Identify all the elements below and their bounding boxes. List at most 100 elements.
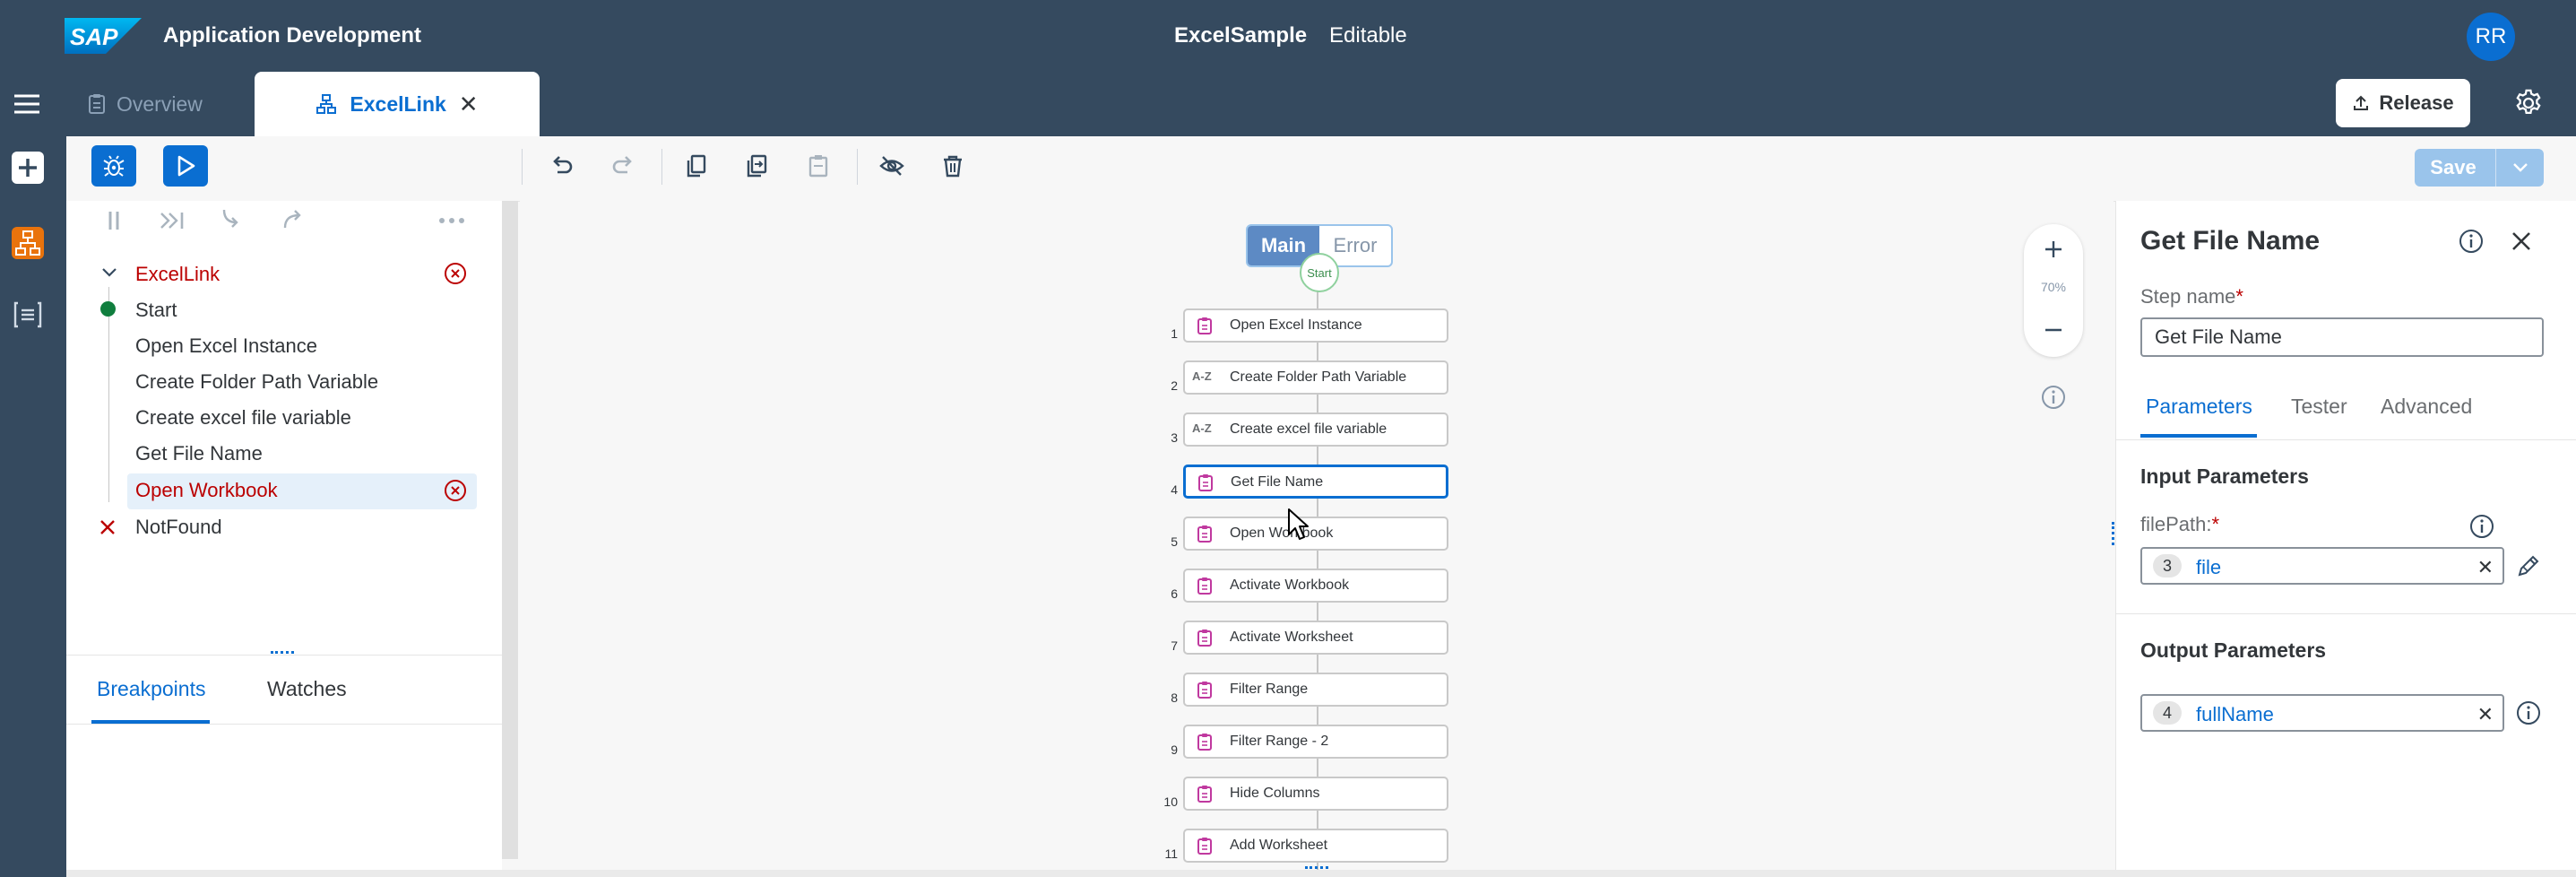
run-button[interactable] xyxy=(163,145,208,187)
step-number: 11 xyxy=(1164,847,1178,861)
full-name-value: fullName xyxy=(2196,703,2274,725)
file-path-field[interactable]: 3 file ✕ xyxy=(2140,547,2504,585)
flow-start-node[interactable]: Start xyxy=(1300,253,1339,292)
tab-excellink[interactable]: ExcelLink ✕ xyxy=(255,72,540,136)
step-name-label-text: Step name xyxy=(2140,285,2236,308)
step-number: 3 xyxy=(1171,430,1178,445)
chevron-down-icon[interactable] xyxy=(100,264,118,282)
required-marker: * xyxy=(2211,513,2220,535)
save-button[interactable]: Save xyxy=(2415,149,2492,187)
full-name-field[interactable]: 4 fullName ✕ xyxy=(2140,694,2504,732)
tree-item-notfound[interactable]: NotFound xyxy=(135,516,222,539)
tab-parameters[interactable]: Parameters xyxy=(2146,395,2252,419)
clear-icon[interactable]: ✕ xyxy=(2477,556,2494,579)
flow-step-label: Open Excel Instance xyxy=(1230,317,1362,333)
artifacts-tree-icon[interactable] xyxy=(11,226,45,260)
copy-icon[interactable] xyxy=(683,152,710,179)
debug-button[interactable] xyxy=(91,145,136,187)
debugger-panel xyxy=(66,201,502,870)
file-path-label: filePath:* xyxy=(2140,513,2219,536)
clipboard-icon xyxy=(1196,317,1214,334)
tree-item-open-excel-instance[interactable]: Open Excel Instance xyxy=(135,334,317,358)
tab-excellink-label: ExcelLink xyxy=(350,91,446,116)
delete-icon[interactable] xyxy=(939,152,966,179)
hamburger-menu-icon[interactable] xyxy=(13,90,41,118)
info-icon[interactable] xyxy=(2468,513,2495,540)
step-name-label: Step name* xyxy=(2140,285,2243,308)
save-options-button[interactable] xyxy=(2495,149,2545,187)
flow-step[interactable]: Open Workbook xyxy=(1183,517,1448,551)
tree-item-start[interactable]: Start xyxy=(135,299,177,322)
step-name-input[interactable] xyxy=(2140,317,2544,357)
tab-watches[interactable]: Watches xyxy=(267,677,347,701)
clipboard-icon xyxy=(1196,733,1214,751)
paste-icon[interactable] xyxy=(805,152,832,179)
bug-icon xyxy=(101,153,126,178)
tree-item-create-folder-path-variable[interactable]: Create Folder Path Variable xyxy=(135,370,378,394)
flow-step[interactable]: A-Z Create excel file variable xyxy=(1183,412,1448,447)
edit-pencil-icon[interactable] xyxy=(2515,552,2542,579)
info-icon[interactable] xyxy=(2458,228,2485,255)
clipboard-icon xyxy=(1197,473,1215,491)
flow-step-label: Open Workbook xyxy=(1230,525,1334,541)
user-avatar[interactable]: RR xyxy=(2467,13,2515,61)
redo-icon[interactable] xyxy=(609,152,636,179)
tree-item-create-excel-file-variable[interactable]: Create excel file variable xyxy=(135,406,351,430)
zoom-out-icon[interactable] xyxy=(2043,319,2064,341)
flow-step[interactable]: Open Excel Instance xyxy=(1183,308,1448,343)
flow-step[interactable]: Hide Columns xyxy=(1183,777,1448,811)
clear-icon[interactable]: ✕ xyxy=(2477,703,2494,726)
tab-overview[interactable]: Overview xyxy=(88,72,203,136)
info-icon[interactable] xyxy=(2515,699,2542,726)
app-title: Application Development xyxy=(163,23,422,48)
flow-step[interactable]: A-Z Create Folder Path Variable xyxy=(1183,360,1448,395)
process-flow-icon xyxy=(316,93,337,115)
add-icon[interactable] xyxy=(11,151,45,185)
step-into-icon[interactable] xyxy=(219,206,246,233)
cut-to-icon[interactable] xyxy=(744,152,771,179)
tab-overview-label: Overview xyxy=(117,91,203,116)
hide-eye-icon[interactable] xyxy=(878,152,905,179)
undo-icon[interactable] xyxy=(549,152,575,179)
flow-step[interactable]: Get File Name xyxy=(1183,465,1448,499)
release-button-label: Release xyxy=(2379,91,2454,114)
step-out-icon[interactable] xyxy=(280,206,307,233)
release-button[interactable]: Release xyxy=(2336,79,2470,127)
close-panel-icon[interactable] xyxy=(2510,230,2533,253)
flow-step-label: Add Worksheet xyxy=(1230,838,1328,853)
required-marker: * xyxy=(2235,285,2243,308)
step-over-icon[interactable] xyxy=(158,208,188,233)
tab-tester[interactable]: Tester xyxy=(2291,395,2347,419)
list-panel-icon[interactable] xyxy=(13,300,43,330)
save-button-group: Save xyxy=(2415,149,2544,187)
zoom-level[interactable]: 70% xyxy=(2024,280,2083,294)
toolbar-separator xyxy=(661,149,662,185)
flow-step[interactable]: Activate Workbook xyxy=(1183,569,1448,603)
output-parameters-title: Output Parameters xyxy=(2140,638,2327,662)
flow-step[interactable]: Add Worksheet xyxy=(1183,829,1448,863)
parameter-index-badge: 3 xyxy=(2153,554,2182,577)
tree-item-get-file-name[interactable]: Get File Name xyxy=(135,442,263,465)
tree-root-excellink[interactable]: ExcelLink xyxy=(135,263,220,286)
left-panel-scrollbar[interactable] xyxy=(502,201,518,859)
info-icon[interactable] xyxy=(2040,384,2067,411)
flow-step-label: Create Folder Path Variable xyxy=(1230,369,1407,385)
flow-step[interactable]: Filter Range xyxy=(1183,673,1448,707)
sap-logo[interactable]: SAP xyxy=(65,18,142,54)
flow-step[interactable]: Activate Worksheet xyxy=(1183,621,1448,655)
tab-advanced[interactable]: Advanced xyxy=(2381,395,2472,419)
error-cross-icon xyxy=(99,518,117,536)
zoom-in-icon[interactable] xyxy=(2043,239,2064,260)
settings-gear-icon[interactable] xyxy=(2513,88,2544,118)
tree-item-open-workbook[interactable]: Open Workbook xyxy=(135,479,278,502)
pause-icon[interactable] xyxy=(100,208,127,233)
flow-step-label: Filter Range xyxy=(1230,682,1309,697)
close-tab-icon[interactable]: ✕ xyxy=(459,91,479,118)
step-number: 2 xyxy=(1171,378,1178,393)
clipboard-icon xyxy=(1196,525,1214,543)
more-options-icon[interactable] xyxy=(437,215,466,226)
clipboard-icon xyxy=(1196,785,1214,803)
flow-step[interactable]: Filter Range - 2 xyxy=(1183,725,1448,759)
tab-breakpoints[interactable]: Breakpoints xyxy=(97,677,205,701)
document-status: Editable xyxy=(1329,23,1407,48)
